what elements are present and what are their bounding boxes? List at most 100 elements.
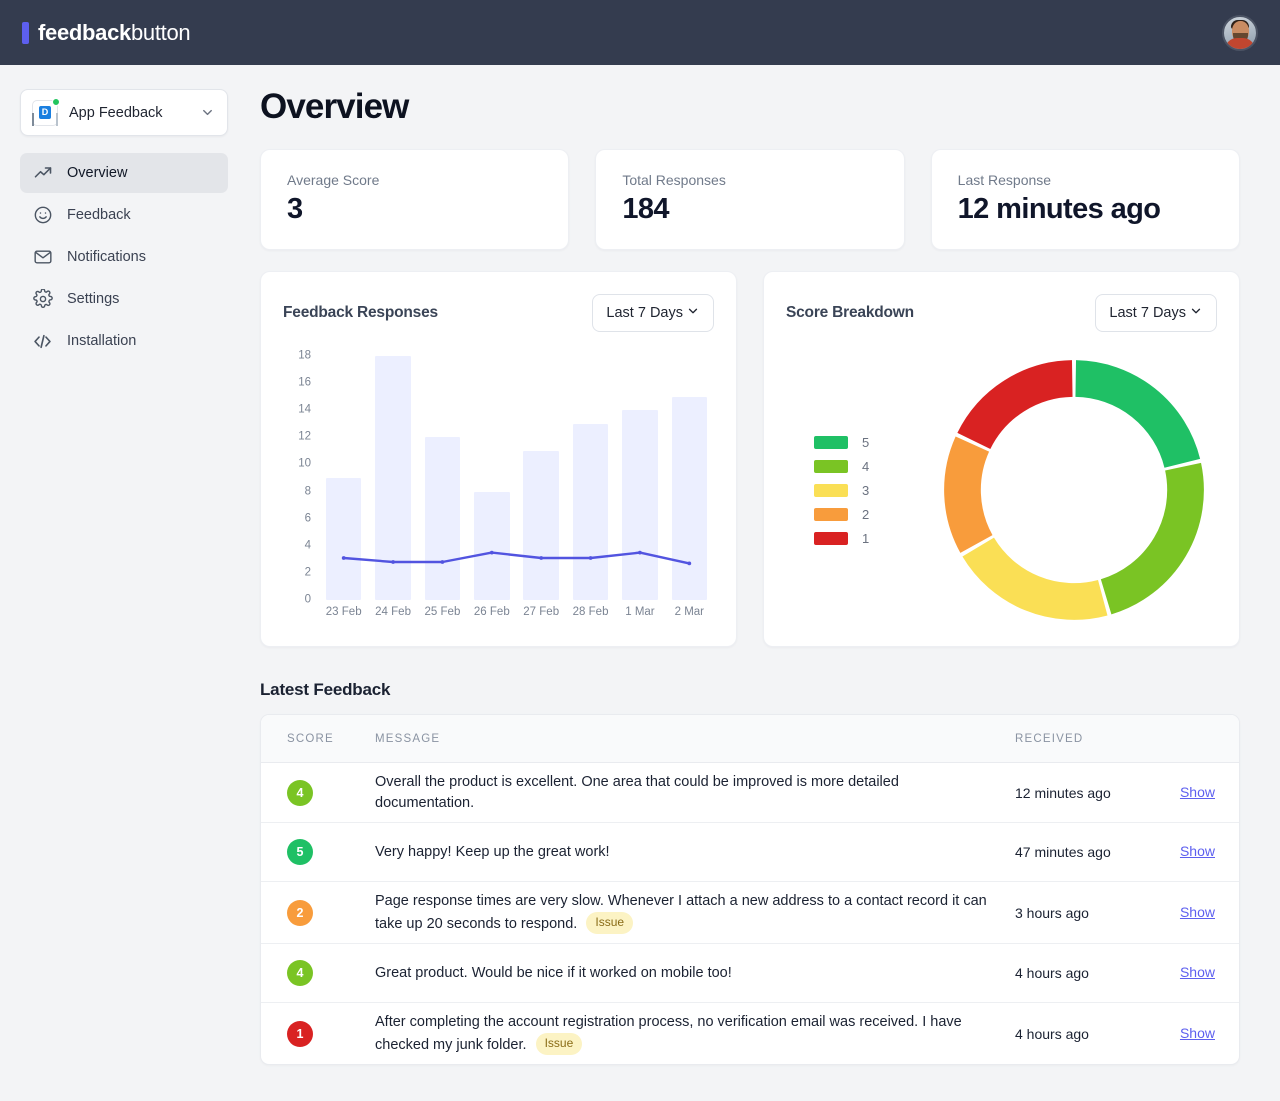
avatar-shirt [1225,37,1255,49]
y-tick-label: 0 [304,593,311,606]
show-link[interactable]: Show [1180,843,1215,859]
y-tick-label: 6 [304,511,311,524]
app-icon-wrapper: D [32,97,60,126]
legend-label: 4 [862,458,870,474]
sidebar-item-settings[interactable]: Settings [20,279,228,319]
stat-card-total-responses: Total Responses 184 [595,149,905,250]
message-text: Very happy! Keep up the great work! [375,843,610,860]
envelope-icon [32,247,53,268]
sidebar-item-label: Overview [67,165,128,181]
x-tick-label: 2 Mar [674,606,705,618]
legend-swatch [814,483,848,497]
sidebar-item-notifications[interactable]: Notifications [20,237,228,277]
show-link[interactable]: Show [1180,964,1215,980]
table-row[interactable]: 1 After completing the account registrati… [261,1003,1239,1064]
cell-score: 1 [261,1020,375,1047]
range-selector-scores[interactable]: Last 7 Days [1095,294,1217,332]
range-selector-responses[interactable]: Last 7 Days [592,294,714,332]
score-badge: 4 [287,960,313,987]
logo-mark-icon [22,21,29,44]
legend-row[interactable]: 4 [814,459,926,474]
stat-value: 3 [287,193,303,225]
y-tick-label: 12 [298,430,311,443]
stat-value: 184 [622,193,669,225]
stat-card-last-response: Last Response 12 minutes ago [930,149,1240,250]
x-tick-label: 28 Feb [572,606,609,618]
cell-received: 4 hours ago [1015,965,1089,982]
donut-chart: 5 4 3 2 1 [782,340,1221,640]
legend-swatch [814,459,848,473]
sidebar-nav: Overview Feedback Notifications Settings [20,153,228,361]
x-axis: 23 Feb 24 Feb 25 Feb 26 Feb 27 Feb 28 Feb 1 Ma… [319,606,714,618]
show-link[interactable]: Show [1180,1025,1215,1041]
donut-segment [1074,360,1200,469]
cell-score: 2 [261,899,375,926]
stat-value: 12 minutes ago [957,193,1161,225]
main-content: Overview Average Score 3 Total Responses… [248,65,1280,1101]
message-text: Page response times are very slow. Whene… [375,891,991,934]
y-tick-label: 14 [298,403,311,416]
gear-icon [32,289,53,310]
sidebar-item-installation[interactable]: Installation [20,321,228,361]
status-dot-icon [52,97,60,106]
cell-message: Page response times are very slow. Whene… [375,891,1015,934]
cell-message: Overall the product is excellent. One ar… [375,772,1015,813]
y-tick-label: 10 [298,457,311,470]
table-header-row: SCORE MESSAGE RECEIVED [261,715,1239,763]
table-row[interactable]: 2 Page response times are very slow. When… [261,882,1239,945]
avatar[interactable] [1222,14,1258,51]
issue-tag: Issue [535,1032,583,1055]
cell-score: 4 [261,960,375,987]
column-header-message: MESSAGE [375,732,441,745]
chart-legend: 5 4 3 2 1 [796,435,926,546]
code-brackets-icon [32,331,53,352]
table-row[interactable]: 5 Very happy! Keep up the great work! 47 m… [261,823,1239,883]
chart-title: Feedback Responses [283,304,438,321]
cell-received: 4 hours ago [1015,1025,1089,1042]
app-selector[interactable]: D App Feedback [20,89,228,136]
show-link[interactable]: Show [1180,904,1215,920]
sidebar-item-feedback[interactable]: Feedback [20,195,228,235]
app-selector-label: App Feedback [69,104,163,121]
stat-cards: Average Score 3 Total Responses 184 Last… [260,149,1240,250]
app-logo[interactable]: feedbackbutton [22,20,191,46]
legend-swatch [814,507,848,521]
stat-card-average-score: Average Score 3 [260,149,570,250]
sidebar-item-overview[interactable]: Overview [20,153,228,193]
cell-actions: Show [1167,1025,1239,1043]
cell-actions: Show [1167,904,1239,922]
stat-label: Last Response [957,172,1052,188]
bar-chart: 18 16 14 12 10 8 6 4 2 0 23 Feb 24 Feb 25 Feb 26 Feb… [279,350,718,636]
cell-message: Very happy! Keep up the great work! [375,842,1015,863]
smiley-face-icon [32,205,53,226]
stat-label: Total Responses [622,172,726,188]
range-selector-label: Last 7 Days [606,305,683,321]
column-header-received: RECEIVED [1015,732,1084,745]
legend-row[interactable]: 3 [814,483,926,498]
legend-row[interactable]: 5 [814,435,926,450]
x-tick-label: 27 Feb [523,606,560,618]
legend-row[interactable]: 2 [814,507,926,522]
message-text: After completing the account registratio… [375,1012,991,1055]
legend-swatch [814,531,848,545]
feedback-responses-chart-card: Feedback Responses Last 7 Days 18 16 14 12 1… [260,271,737,647]
legend-label: 5 [862,434,870,450]
x-tick-label: 24 Feb [375,606,411,618]
cell-message: After completing the account registratio… [375,1012,1015,1055]
legend-row[interactable]: 1 [814,531,926,546]
latest-feedback-title: Latest Feedback [260,680,391,699]
issue-tag: Issue [586,911,634,934]
donut-segment [956,360,1073,450]
top-bar: feedbackbutton [0,0,1280,65]
range-selector-label: Last 7 Days [1109,305,1186,321]
x-tick-label: 26 Feb [473,606,510,618]
logo-text: feedbackbutton [38,20,191,46]
x-tick-label: 25 Feb [424,606,461,618]
table-row[interactable]: 4 Overall the product is excellent. One a… [261,763,1239,824]
column-header-score: SCORE [287,732,334,745]
table-row[interactable]: 4 Great product. Would be nice if it work… [261,944,1239,1004]
cell-score: 5 [261,839,375,866]
donut-segment [1099,462,1204,615]
show-link[interactable]: Show [1180,784,1215,800]
message-text: Overall the product is excellent. One ar… [375,774,899,811]
